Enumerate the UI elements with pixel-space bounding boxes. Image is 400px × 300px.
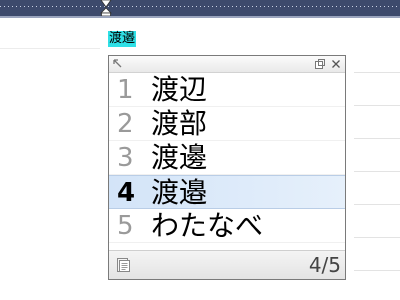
candidate-number: 5 xyxy=(117,211,134,241)
candidate-window-titlebar[interactable] xyxy=(109,56,345,73)
candidate-text: 渡辺 xyxy=(151,73,208,106)
candidate-number: 4 xyxy=(117,178,136,208)
ruler-ticks xyxy=(0,6,400,7)
ime-candidate-window[interactable]: 1 渡辺 2 渡部 3 渡邊 4 渡邉 5 わたなべ 4/5 xyxy=(108,55,346,280)
candidate-number: 3 xyxy=(117,143,134,173)
candidate-item-5[interactable]: 5 わたなべ xyxy=(109,209,345,243)
resize-grip-icon[interactable] xyxy=(111,57,125,71)
document-lines xyxy=(354,40,400,300)
candidate-text: 渡邉 xyxy=(151,176,208,209)
candidate-text: 渡部 xyxy=(151,107,208,140)
horizontal-ruler[interactable] xyxy=(0,0,400,16)
candidate-number: 1 xyxy=(117,75,134,105)
ruler-border xyxy=(0,16,400,18)
candidate-item-2[interactable]: 2 渡部 xyxy=(109,107,345,141)
candidate-item-1[interactable]: 1 渡辺 xyxy=(109,73,345,107)
candidate-text: わたなべ xyxy=(151,209,264,242)
candidate-list: 1 渡辺 2 渡部 3 渡邊 4 渡邉 5 わたなべ xyxy=(109,73,345,243)
page-indicator: 4/5 xyxy=(308,253,341,277)
candidate-window-footer: 4/5 xyxy=(109,250,345,279)
indent-marker-icon[interactable] xyxy=(100,0,112,16)
candidate-list-icon[interactable] xyxy=(115,257,131,273)
candidate-text: 渡邊 xyxy=(151,141,208,174)
composition-text[interactable]: 渡邉 xyxy=(108,31,137,47)
document-line xyxy=(0,48,100,49)
candidate-item-4-selected[interactable]: 4 渡邉 xyxy=(109,175,345,209)
float-window-icon[interactable] xyxy=(313,57,327,71)
candidate-item-3[interactable]: 3 渡邊 xyxy=(109,141,345,175)
candidate-number: 2 xyxy=(117,109,134,139)
close-icon[interactable] xyxy=(329,57,343,71)
